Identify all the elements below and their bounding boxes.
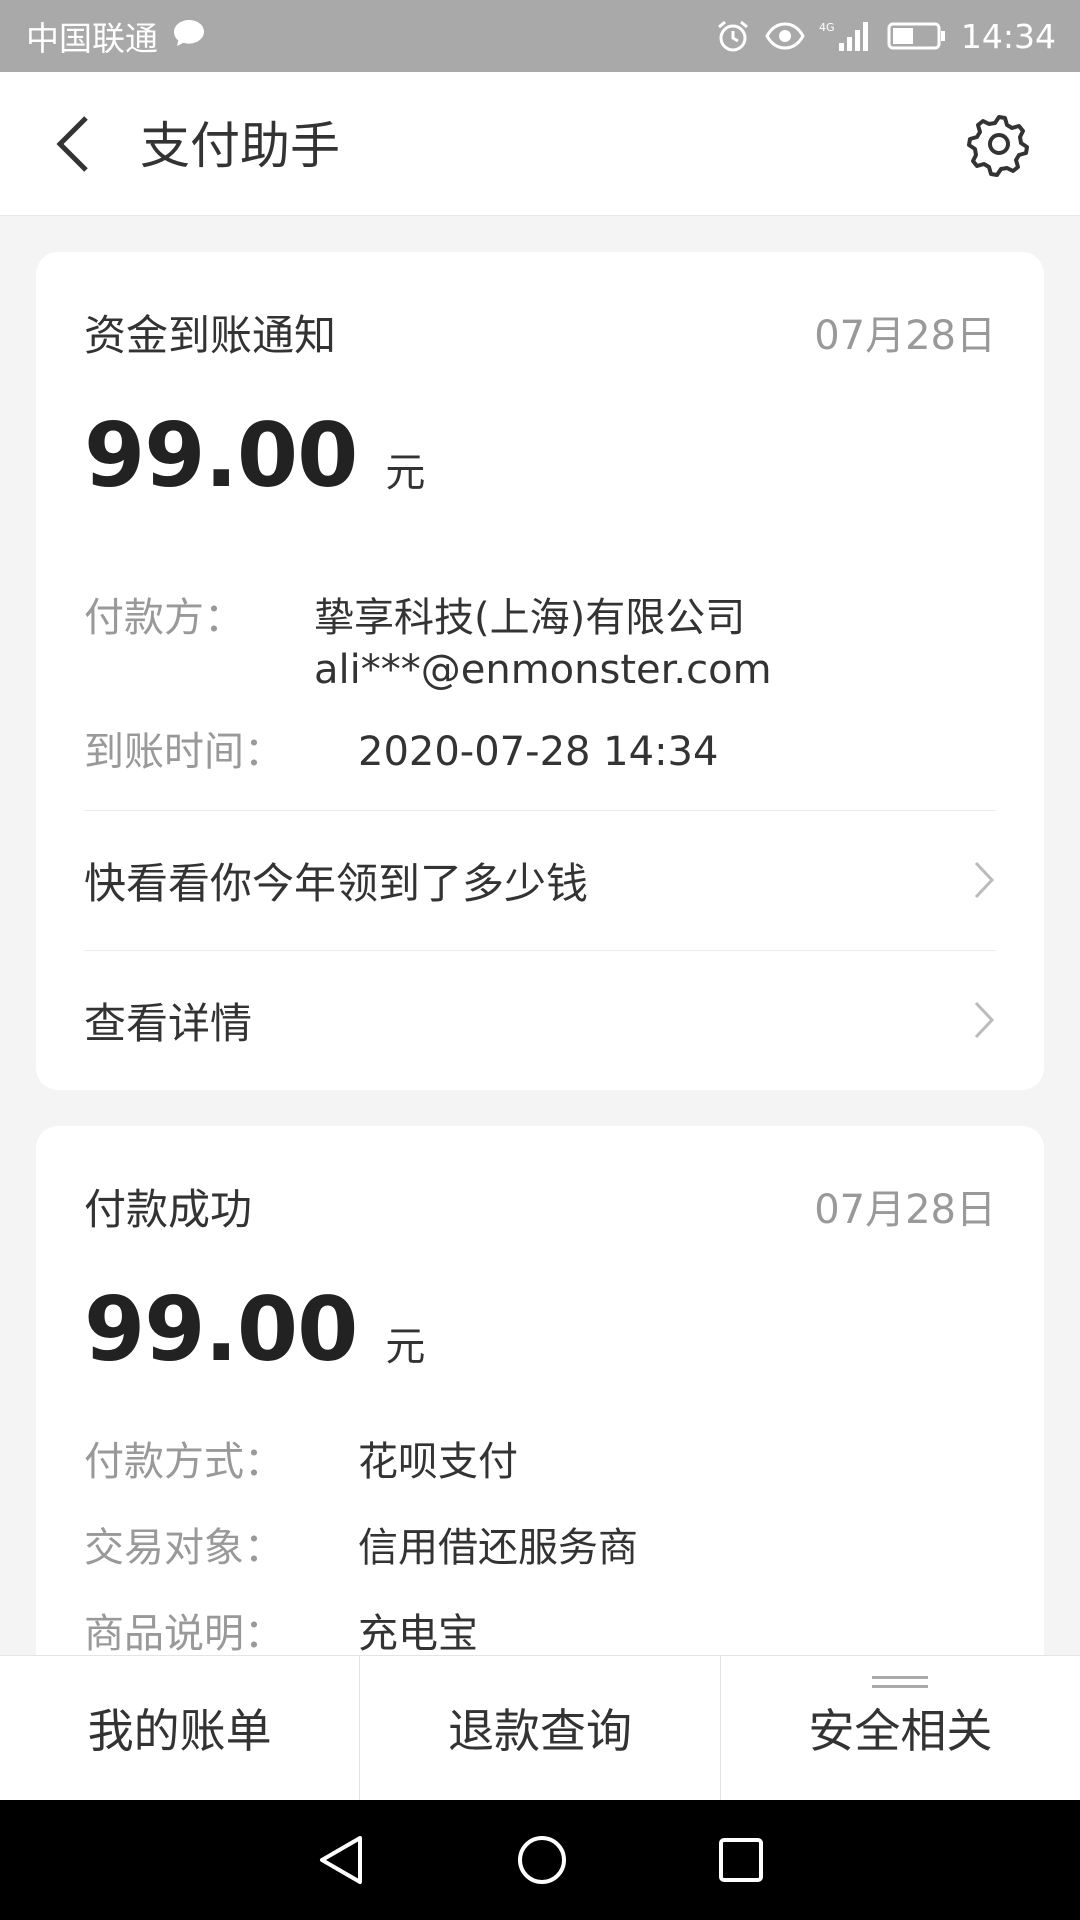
amount-unit: 元 bbox=[385, 450, 426, 496]
annual-summary-link[interactable]: 快看看你今年领到了多少钱 bbox=[84, 810, 996, 950]
tab-refund-query[interactable]: 退款查询 bbox=[359, 1656, 719, 1800]
payment-method-row: 付款方式： 花呗支付 bbox=[84, 1436, 996, 1488]
status-time: 14:34 bbox=[960, 16, 1056, 56]
card-title: 资金到账通知 bbox=[84, 310, 337, 360]
bottom-tab-bar: 我的账单 退款查询 安全相关 bbox=[0, 1655, 1080, 1800]
nav-back-button[interactable] bbox=[316, 1834, 366, 1886]
chat-bubble-icon bbox=[172, 17, 206, 56]
link-label: 查看详情 bbox=[84, 998, 253, 1048]
amount-value: 99.00 bbox=[84, 404, 358, 507]
payment-method-value: 花呗支付 bbox=[358, 1439, 518, 1485]
status-bar: 中国联通 4G 14:34 bbox=[0, 0, 1080, 72]
triangle-back-icon bbox=[320, 1836, 362, 1884]
payer-account: ali***@enmonster.com bbox=[314, 647, 772, 693]
battery-icon bbox=[887, 21, 947, 51]
alarm-icon bbox=[715, 18, 751, 54]
product-label: 商品说明： bbox=[84, 1611, 284, 1656]
status-left: 中国联通 bbox=[26, 12, 206, 60]
gear-icon bbox=[967, 115, 1029, 177]
notification-list[interactable]: 资金到账通知 07月28日 99.00 元 付款方： 挚享科技(上海)有限公司 … bbox=[0, 216, 1080, 1656]
back-button[interactable] bbox=[46, 112, 106, 176]
arrival-time-label: 到账时间： bbox=[84, 729, 284, 775]
card-date: 07月28日 bbox=[814, 313, 996, 359]
payment-method-label: 付款方式： bbox=[84, 1439, 284, 1485]
payer-label: 付款方： bbox=[84, 595, 244, 641]
status-right: 4G 14:34 bbox=[715, 17, 1056, 56]
network-label: 4G bbox=[819, 21, 835, 34]
chevron-right-icon bbox=[974, 1001, 995, 1039]
app-header: 支付助手 bbox=[0, 72, 1080, 216]
counterparty-row: 交易对象： 信用借还服务商 bbox=[84, 1522, 996, 1574]
square-recents-icon bbox=[719, 1838, 763, 1882]
card-date: 07月28日 bbox=[814, 1187, 996, 1233]
product-row: 商品说明： 充电宝 bbox=[84, 1608, 996, 1656]
arrival-time-row: 到账时间： 2020-07-28 14:34 bbox=[84, 726, 996, 778]
payer-company: 挚享科技(上海)有限公司 bbox=[314, 595, 746, 641]
circle-home-icon bbox=[518, 1836, 566, 1884]
view-details-link[interactable]: 查看详情 bbox=[84, 950, 996, 1090]
menu-lines-icon bbox=[872, 1676, 929, 1688]
signal-icon: 4G bbox=[819, 19, 873, 53]
carrier-label: 中国联通 bbox=[26, 19, 158, 58]
card-header: 资金到账通知 07月28日 bbox=[84, 302, 996, 362]
nav-home-button[interactable] bbox=[516, 1834, 568, 1886]
link-label: 快看看你今年领到了多少钱 bbox=[84, 858, 589, 908]
arrival-time-value: 2020-07-28 14:34 bbox=[358, 729, 719, 775]
payment-success-card[interactable]: 付款成功 07月28日 99.00 元 付款方式： 花呗支付 交易对象： 信用借… bbox=[36, 1126, 1044, 1656]
eye-icon bbox=[765, 21, 805, 51]
payer-row: 付款方： 挚享科技(上海)有限公司 ali***@enmonster.com bbox=[84, 592, 996, 696]
system-nav-bar bbox=[0, 1800, 1080, 1920]
tab-my-bills[interactable]: 我的账单 bbox=[0, 1656, 359, 1800]
page-title: 支付助手 bbox=[140, 117, 340, 175]
screen: 中国联通 4G 14:34 支付助手 资金到账通知 07月28日 99.00 元… bbox=[0, 0, 1080, 1920]
settings-button[interactable] bbox=[966, 111, 1032, 177]
counterparty-label: 交易对象： bbox=[84, 1525, 284, 1571]
amount-row: 99.00 元 bbox=[84, 408, 425, 504]
tab-label: 我的账单 bbox=[87, 1704, 272, 1758]
funds-received-card[interactable]: 资金到账通知 07月28日 99.00 元 付款方： 挚享科技(上海)有限公司 … bbox=[36, 252, 1044, 1090]
product-value: 充电宝 bbox=[358, 1611, 478, 1656]
card-header: 付款成功 07月28日 bbox=[84, 1176, 996, 1236]
tab-label: 安全相关 bbox=[808, 1704, 993, 1758]
amount-value: 99.00 bbox=[84, 1278, 358, 1381]
amount-unit: 元 bbox=[385, 1324, 426, 1370]
tab-security[interactable]: 安全相关 bbox=[719, 1656, 1080, 1800]
payer-value: 挚享科技(上海)有限公司 ali***@enmonster.com bbox=[314, 592, 772, 696]
tab-label: 退款查询 bbox=[447, 1704, 632, 1758]
amount-row: 99.00 元 bbox=[84, 1282, 425, 1378]
counterparty-value: 信用借还服务商 bbox=[358, 1525, 638, 1571]
chevron-left-icon bbox=[56, 116, 88, 172]
nav-recents-button[interactable] bbox=[718, 1837, 764, 1883]
card-title: 付款成功 bbox=[84, 1184, 253, 1234]
chevron-right-icon bbox=[974, 861, 995, 899]
